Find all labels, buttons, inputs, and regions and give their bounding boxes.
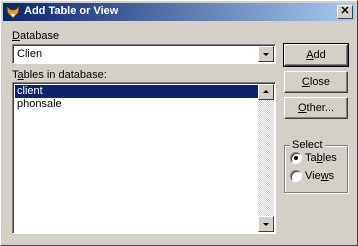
tables-radio-label[interactable]: Tables bbox=[305, 152, 337, 164]
close-button[interactable]: Close bbox=[284, 71, 348, 93]
add-table-or-view-dialog: Add Table or View ✕ Database Clien Table… bbox=[0, 0, 358, 246]
database-label: Database bbox=[12, 30, 60, 42]
scroll-up-arrow-icon bbox=[263, 90, 269, 93]
close-window-button[interactable]: ✕ bbox=[337, 5, 353, 19]
add-button[interactable]: Add bbox=[283, 43, 349, 67]
tables-listbox[interactable]: client phonsale bbox=[12, 82, 276, 234]
other-button[interactable]: Other... bbox=[284, 97, 348, 119]
scroll-down-arrow-icon bbox=[263, 223, 269, 226]
views-radio-label[interactable]: Views bbox=[305, 170, 334, 182]
radio-checked-dot bbox=[294, 156, 298, 160]
database-dropdown[interactable]: Clien bbox=[12, 44, 276, 64]
tables-radio[interactable] bbox=[290, 152, 302, 164]
tables-scrollbar[interactable] bbox=[258, 84, 274, 232]
list-item-client[interactable]: client bbox=[15, 85, 258, 98]
close-icon: ✕ bbox=[340, 5, 350, 17]
views-radio[interactable] bbox=[290, 170, 302, 182]
chevron-down-icon bbox=[263, 53, 269, 56]
window-title: Add Table or View bbox=[24, 5, 119, 17]
scroll-down-button[interactable] bbox=[258, 216, 274, 232]
database-dropdown-arrow-button[interactable] bbox=[258, 46, 274, 62]
tables-label: Tables in database: bbox=[12, 69, 107, 81]
select-group-title: Select bbox=[290, 139, 325, 151]
list-item-phonsale[interactable]: phonsale bbox=[15, 98, 258, 111]
scroll-up-button[interactable] bbox=[258, 84, 274, 100]
database-selected-value: Clien bbox=[17, 48, 43, 60]
fox-head-icon bbox=[6, 6, 20, 19]
title-bar[interactable]: Add Table or View ✕ bbox=[3, 3, 355, 21]
